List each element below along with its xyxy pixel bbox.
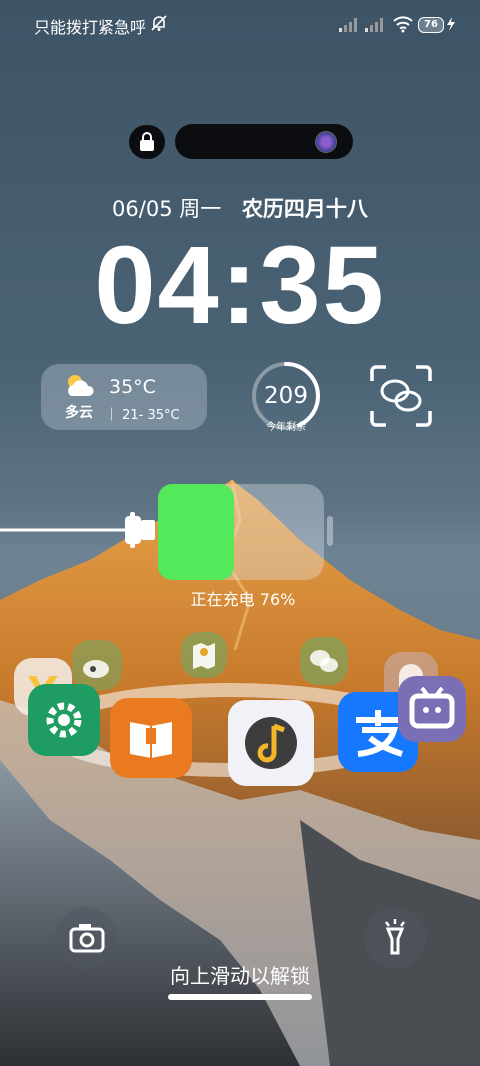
partly-cloudy-icon [68,375,94,396]
weather-condition: 多云 [65,405,93,421]
lock-icon [140,132,154,151]
charging-cable [0,512,155,548]
lock-indicator [129,125,165,159]
wechat-scan-icon[interactable] [368,363,434,429]
music-app-icon[interactable] [228,700,314,786]
days-left-value: 209 [264,383,308,409]
maps-app-icon[interactable] [181,632,227,678]
bell-off-icon [151,15,167,31]
lock-clock: 04:35 [94,224,386,347]
battery-fill [158,484,234,580]
battery-cap [327,516,333,546]
signal-icon [339,18,357,32]
charging-status: 正在充电 76% [190,590,296,609]
wechat-app-icon[interactable] [300,637,348,685]
weather-range-value: 21- 35°C [122,408,180,423]
date-row: 06/05 周一 农历四月十八 [0,193,480,223]
carrier-label: 只能拨打紧急呼 [34,18,147,37]
home-indicator[interactable] [168,994,312,1000]
weibo-app-icon[interactable] [72,640,122,690]
bilibili-app-icon[interactable] [398,676,466,742]
weather-widget[interactable]: 35°C 多云 ｜ 21- 35°C [41,364,207,430]
signal-icon [365,18,383,32]
island-avatar-icon [315,131,337,153]
date-label: 06/05 周一 [112,197,222,221]
settings-app-icon[interactable] [28,684,100,756]
swipe-unlock-hint: 向上滑动以解锁 [170,964,310,988]
days-left-label: 今年剩余 [266,422,306,433]
charging-bolt-icon [447,17,455,31]
weather-range: ｜ 21- 35°C [105,408,180,423]
weather-temperature: 35°C [109,376,156,398]
battery-icon: 76 [418,17,444,33]
lunar-date-label: 农历四月十八 [241,197,368,221]
status-bar: 只能拨打紧急呼 76 [0,0,480,48]
wifi-icon [393,16,413,33]
dynamic-island[interactable] [175,124,353,159]
books-app-icon[interactable] [110,698,192,778]
